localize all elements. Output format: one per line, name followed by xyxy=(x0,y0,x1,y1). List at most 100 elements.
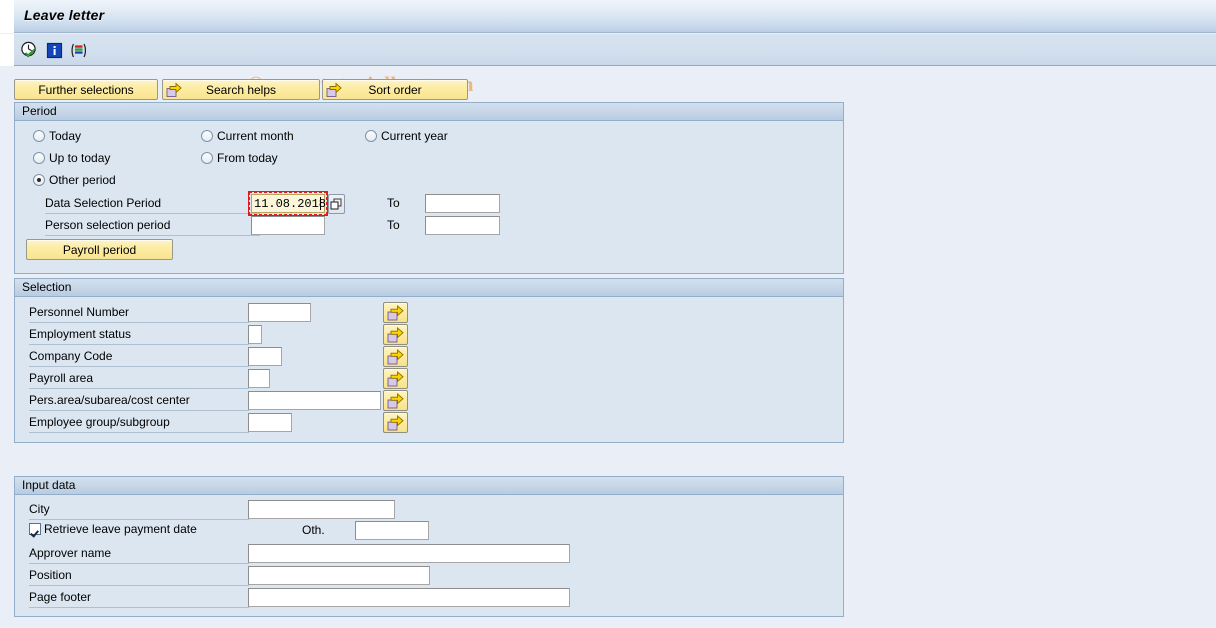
radio-other-period-circle[interactable] xyxy=(33,174,45,186)
yellow-arrow-icon xyxy=(387,370,404,386)
city-input[interactable] xyxy=(248,500,395,519)
retrieve-leave-payment-date-label: Retrieve leave payment date xyxy=(44,522,197,536)
radio-today[interactable]: Today xyxy=(33,129,81,143)
data-selection-to-input[interactable] xyxy=(425,194,500,213)
field-underline xyxy=(29,563,249,564)
retrieve-leave-payment-date-checkbox[interactable]: Retrieve leave payment date xyxy=(29,522,197,536)
person-selection-period-input[interactable] xyxy=(251,216,325,235)
pers-area-subarea-cost-center-row: Pers.area/subarea/cost center xyxy=(29,392,249,411)
employment-status-label: Employment status xyxy=(29,327,132,341)
further-selections-label: Further selections xyxy=(38,82,134,97)
personnel-number-input[interactable] xyxy=(248,303,311,322)
title-bar-left-pad xyxy=(0,0,14,33)
checkbox-box[interactable] xyxy=(29,523,41,535)
employee-group-multiple-selection-button[interactable] xyxy=(383,412,408,433)
position-input[interactable] xyxy=(248,566,430,585)
person-selection-to-label: To xyxy=(387,218,400,232)
employee-group-subgroup-label: Employee group/subgroup xyxy=(29,415,170,429)
page-footer-input[interactable] xyxy=(248,588,570,607)
approver-name-label: Approver name xyxy=(29,546,112,560)
field-underline xyxy=(29,585,249,586)
oth-label: Oth. xyxy=(302,523,325,537)
personnel-number-label: Personnel Number xyxy=(29,305,130,319)
position-row: Position xyxy=(29,567,249,586)
payroll-area-input[interactable] xyxy=(248,369,270,388)
pers-area-subarea-cost-center-input[interactable] xyxy=(248,391,381,410)
radio-current-month-circle[interactable] xyxy=(201,130,213,142)
execute-icon[interactable] xyxy=(19,40,39,60)
employment-status-row: Employment status xyxy=(29,326,249,345)
company-code-input[interactable] xyxy=(248,347,282,366)
radio-up-to-today[interactable]: Up to today xyxy=(33,151,110,165)
sap-selection-screen: Leave letter Further selections Search h… xyxy=(0,0,1216,628)
page-title: Leave letter xyxy=(24,7,105,23)
period-group-title: Period xyxy=(15,103,843,121)
oth-input[interactable] xyxy=(355,521,429,540)
payroll-period-label: Payroll period xyxy=(62,242,137,257)
search-helps-button[interactable]: Search helps xyxy=(162,79,320,100)
approver-name-input[interactable] xyxy=(248,544,570,563)
yellow-arrow-icon xyxy=(387,304,404,320)
employment-status-input[interactable] xyxy=(248,325,262,344)
radio-today-label: Today xyxy=(49,129,82,143)
field-underline xyxy=(45,213,260,214)
selection-group-title: Selection xyxy=(15,279,843,297)
data-selection-to-label: To xyxy=(387,196,400,210)
employment-status-multiple-selection-button[interactable] xyxy=(383,324,408,345)
field-underline xyxy=(45,235,260,236)
radio-current-month[interactable]: Current month xyxy=(201,129,294,143)
yellow-arrow-icon xyxy=(166,82,182,98)
radio-other-period[interactable]: Other period xyxy=(33,173,116,187)
position-label: Position xyxy=(29,568,72,582)
payroll-area-row: Payroll area xyxy=(29,370,249,389)
input-data-group: Input data City Retrieve leave payment d… xyxy=(14,476,844,617)
sort-order-button[interactable]: Sort order xyxy=(322,79,468,100)
icon-toolbar: © www.tutorialkart.com xyxy=(0,34,1216,96)
radio-current-month-label: Current month xyxy=(217,129,294,143)
field-underline xyxy=(29,366,249,367)
city-row: City xyxy=(29,501,249,520)
radio-current-year-circle[interactable] xyxy=(365,130,377,142)
company-code-multiple-selection-button[interactable] xyxy=(383,346,408,367)
variant-icon[interactable] xyxy=(68,40,88,60)
payroll-area-label: Payroll area xyxy=(29,371,94,385)
radio-today-circle[interactable] xyxy=(33,130,45,142)
text-cursor xyxy=(320,197,321,210)
field-underline xyxy=(29,322,249,323)
city-label: City xyxy=(29,502,50,516)
employee-group-subgroup-input[interactable] xyxy=(248,413,292,432)
approver-name-row: Approver name xyxy=(29,545,249,564)
radio-up-to-today-circle[interactable] xyxy=(33,152,45,164)
yellow-arrow-icon xyxy=(387,392,404,408)
personnel-number-multiple-selection-button[interactable] xyxy=(383,302,408,323)
person-selection-to-input[interactable] xyxy=(425,216,500,235)
radio-current-year[interactable]: Current year xyxy=(365,129,448,143)
radio-from-today-circle[interactable] xyxy=(201,152,213,164)
yellow-arrow-icon xyxy=(326,82,342,98)
period-group: Period Today Current month Current year … xyxy=(14,102,844,274)
value-help-f4-button[interactable] xyxy=(328,194,345,214)
pers-area-subarea-cost-center-label: Pers.area/subarea/cost center xyxy=(29,393,190,407)
radio-from-today[interactable]: From today xyxy=(201,151,278,165)
input-data-group-title: Input data xyxy=(15,477,843,495)
payroll-area-multiple-selection-button[interactable] xyxy=(383,368,408,389)
field-underline xyxy=(29,607,249,608)
field-underline xyxy=(29,344,249,345)
radio-up-to-today-label: Up to today xyxy=(49,151,111,165)
data-selection-period-label: Data Selection Period xyxy=(45,196,162,210)
radio-from-today-label: From today xyxy=(217,151,278,165)
window-title-bar: Leave letter xyxy=(0,0,1216,33)
company-code-label: Company Code xyxy=(29,349,113,363)
data-selection-period-input[interactable]: 11.08.2018 xyxy=(251,194,326,213)
toolbar-left-pad xyxy=(0,34,14,66)
field-underline xyxy=(29,519,249,520)
info-icon[interactable] xyxy=(44,40,64,60)
selection-group: Selection Personnel Number Employment st… xyxy=(14,278,844,443)
radio-other-period-label: Other period xyxy=(49,173,116,187)
pers-area-multiple-selection-button[interactable] xyxy=(383,390,408,411)
yellow-arrow-icon xyxy=(387,326,404,342)
employee-group-subgroup-row: Employee group/subgroup xyxy=(29,414,249,433)
payroll-period-button[interactable]: Payroll period xyxy=(26,239,173,260)
further-selections-button[interactable]: Further selections xyxy=(14,79,158,100)
company-code-row: Company Code xyxy=(29,348,249,367)
